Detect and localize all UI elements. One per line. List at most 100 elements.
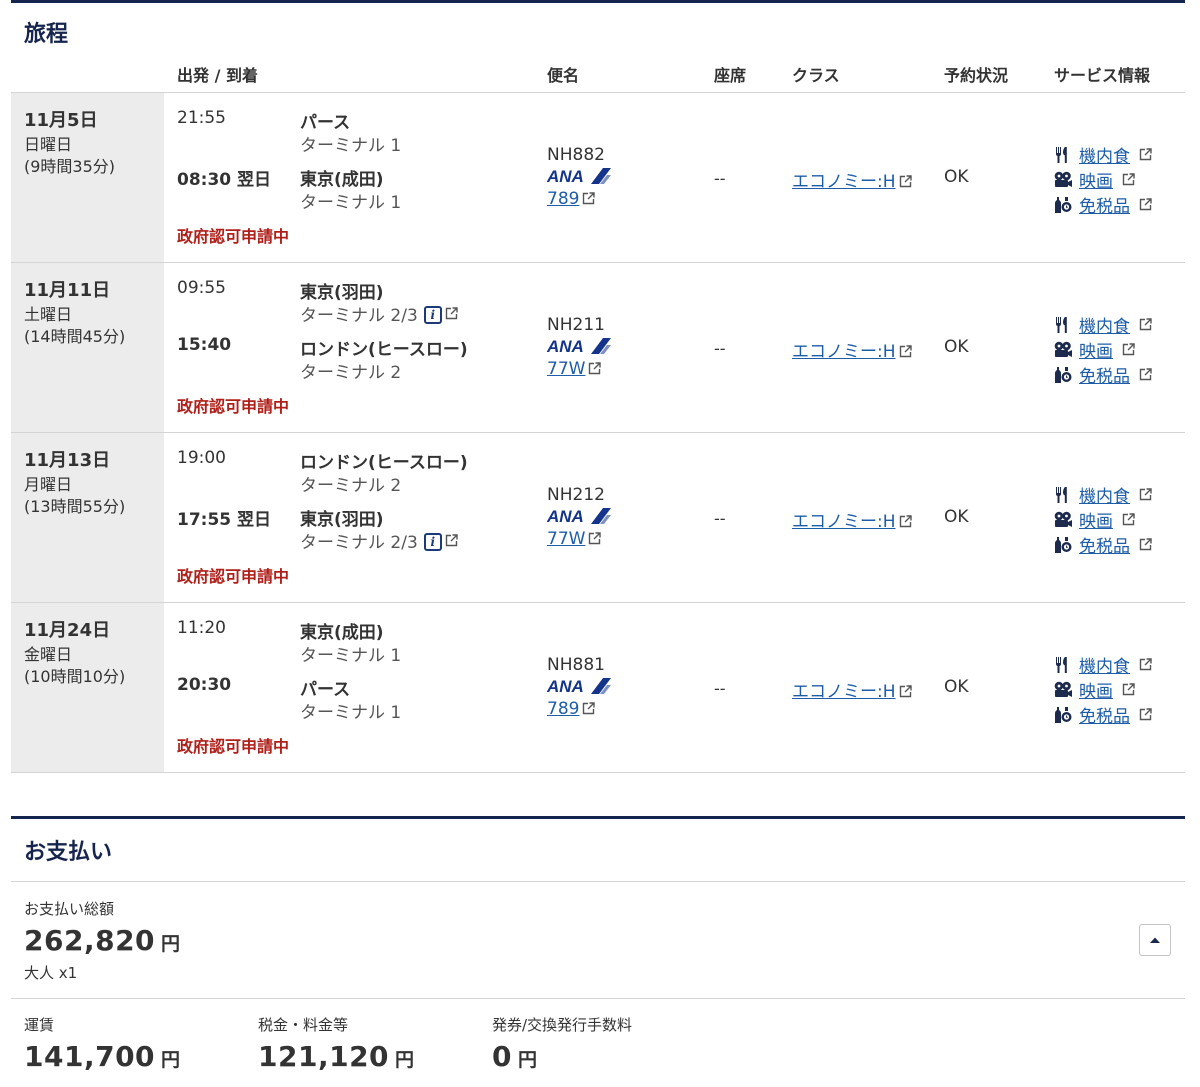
service-movie[interactable]: 映画 bbox=[1053, 507, 1135, 532]
fare-label: 運賃 bbox=[24, 1016, 55, 1034]
fare-class[interactable]: エコノミー:H bbox=[792, 172, 896, 192]
fare-amount-value: 141,700 bbox=[24, 1040, 156, 1073]
terminal-info[interactable]: i bbox=[423, 304, 458, 324]
movie-link[interactable]: 映画 bbox=[1079, 507, 1113, 532]
arrival-terminal-label: ターミナル 2 bbox=[300, 363, 402, 383]
passenger-count: 大人 x1 bbox=[24, 964, 78, 982]
external-link-icon bbox=[1122, 173, 1135, 186]
flight-segment-row: 11月13日 月曜日 (13時間55分) 19:00 ロンドン(ヒースロー) タ… bbox=[11, 433, 1185, 603]
service-duty-free[interactable]: 免税品 bbox=[1053, 192, 1152, 217]
aircraft-type[interactable]: 789 bbox=[547, 189, 579, 209]
arrival-airport: パース bbox=[300, 680, 351, 700]
arrival-time: 08:30 翌日 bbox=[177, 170, 272, 190]
arrival-terminal: ターミナル 2 bbox=[300, 358, 401, 383]
seat-value: -- bbox=[714, 169, 726, 188]
arrival-terminal-label: ターミナル 1 bbox=[300, 703, 402, 723]
aircraft-type[interactable]: 77W bbox=[547, 529, 585, 549]
fare-class[interactable]: エコノミー:H bbox=[792, 682, 896, 702]
external-link-icon bbox=[1139, 658, 1152, 671]
service-movie[interactable]: 映画 bbox=[1053, 677, 1135, 702]
currency-unit: 円 bbox=[161, 933, 181, 955]
aircraft-type-link[interactable]: 77W bbox=[547, 359, 602, 379]
itinerary-title: 旅程 bbox=[24, 22, 69, 47]
external-link-icon bbox=[1139, 148, 1152, 161]
fare-class[interactable]: エコノミー:H bbox=[792, 342, 896, 362]
service-duty-free[interactable]: 免税品 bbox=[1053, 532, 1152, 557]
collapse-button[interactable] bbox=[1139, 924, 1171, 956]
departure-airport: ロンドン(ヒースロー) bbox=[300, 453, 468, 473]
departure-terminal-label: ターミナル 2/3 bbox=[300, 306, 418, 326]
ana-logo: ANA bbox=[547, 677, 611, 695]
ticketing-fee-amount: 0円 bbox=[492, 1040, 538, 1073]
aircraft-type[interactable]: 77W bbox=[547, 359, 585, 379]
arrival-terminal-label: ターミナル 2/3 bbox=[300, 533, 418, 553]
service-meal[interactable]: 機内食 bbox=[1053, 142, 1152, 167]
meal-icon bbox=[1053, 655, 1073, 675]
duty-free-link[interactable]: 免税品 bbox=[1079, 362, 1130, 387]
service-meal[interactable]: 機内食 bbox=[1053, 652, 1152, 677]
arrival-terminal: ターミナル 1 bbox=[300, 188, 401, 213]
movie-link[interactable]: 映画 bbox=[1079, 167, 1113, 192]
meal-icon bbox=[1053, 145, 1073, 165]
service-movie[interactable]: 映画 bbox=[1053, 337, 1135, 362]
arrival-terminal-label: ターミナル 1 bbox=[300, 193, 402, 213]
arrival-terminal: ターミナル 1 bbox=[300, 698, 401, 723]
arrival-airport: 東京(羽田) bbox=[300, 510, 384, 530]
header-seat: 座席 bbox=[714, 66, 747, 85]
fare-amount: 141,700 円 bbox=[24, 1040, 181, 1073]
currency-unit: 円 bbox=[517, 1049, 538, 1071]
info-icon[interactable]: i bbox=[423, 305, 442, 324]
taxes-label: 税金・料金等 bbox=[258, 1016, 349, 1034]
ticketing-fee-amount-value: 0 bbox=[492, 1040, 512, 1073]
service-meal[interactable]: 機内食 bbox=[1053, 312, 1152, 337]
flight-number: NH881 bbox=[547, 655, 605, 675]
departure-terminal-label: ターミナル 2 bbox=[300, 476, 402, 496]
segment-date-column: 11月5日 日曜日 (9時間35分) bbox=[11, 93, 164, 262]
duty-free-link[interactable]: 免税品 bbox=[1079, 532, 1130, 557]
segment-duration: (14時間45分) bbox=[24, 327, 126, 346]
fare-class-link[interactable]: エコノミー:H bbox=[792, 337, 912, 362]
service-movie[interactable]: 映画 bbox=[1053, 167, 1135, 192]
fare-class[interactable]: エコノミー:H bbox=[792, 512, 896, 532]
header-status: 予約状況 bbox=[944, 66, 1009, 85]
external-link-icon bbox=[582, 192, 596, 205]
duty-free-link[interactable]: 免税品 bbox=[1079, 702, 1130, 727]
aircraft-type-link[interactable]: 789 bbox=[547, 699, 596, 719]
total-amount-value: 262,820 bbox=[24, 924, 156, 957]
arrival-time: 17:55 翌日 bbox=[177, 510, 272, 530]
flight-segment-row: 11月5日 日曜日 (9時間35分) 21:55 パース ターミナル 1 08:… bbox=[11, 93, 1185, 263]
movie-link[interactable]: 映画 bbox=[1079, 677, 1113, 702]
external-link-icon bbox=[1139, 708, 1152, 721]
segment-date: 11月5日 bbox=[24, 110, 98, 131]
duty-free-icon bbox=[1053, 705, 1073, 725]
info-icon[interactable]: i bbox=[423, 532, 442, 551]
arrival-airport: ロンドン(ヒースロー) bbox=[300, 340, 468, 360]
flight-number: NH882 bbox=[547, 145, 605, 165]
departure-terminal-label: ターミナル 1 bbox=[300, 136, 402, 156]
terminal-info[interactable]: i bbox=[423, 531, 458, 551]
service-meal[interactable]: 機内食 bbox=[1053, 482, 1152, 507]
aircraft-type-link[interactable]: 77W bbox=[547, 529, 602, 549]
external-link-icon bbox=[1139, 368, 1152, 381]
fare-class-link[interactable]: エコノミー:H bbox=[792, 167, 912, 192]
aircraft-type[interactable]: 789 bbox=[547, 699, 579, 719]
meal-link[interactable]: 機内食 bbox=[1079, 312, 1130, 337]
booking-status: OK bbox=[944, 167, 969, 187]
external-link-icon bbox=[899, 515, 912, 528]
external-link-icon bbox=[899, 685, 912, 698]
fare-class-link[interactable]: エコノミー:H bbox=[792, 507, 912, 532]
svg-text:ANA: ANA bbox=[547, 677, 584, 695]
meal-link[interactable]: 機内食 bbox=[1079, 142, 1130, 167]
flight-number: NH211 bbox=[547, 315, 605, 335]
segment-date: 11月11日 bbox=[24, 280, 111, 301]
meal-link[interactable]: 機内食 bbox=[1079, 482, 1130, 507]
segment-weekday: 日曜日 bbox=[24, 135, 73, 154]
service-duty-free[interactable]: 免税品 bbox=[1053, 362, 1152, 387]
duty-free-icon bbox=[1053, 535, 1073, 555]
service-duty-free[interactable]: 免税品 bbox=[1053, 702, 1152, 727]
movie-link[interactable]: 映画 bbox=[1079, 337, 1113, 362]
duty-free-link[interactable]: 免税品 bbox=[1079, 192, 1130, 217]
fare-class-link[interactable]: エコノミー:H bbox=[792, 677, 912, 702]
aircraft-type-link[interactable]: 789 bbox=[547, 189, 596, 209]
meal-link[interactable]: 機内食 bbox=[1079, 652, 1130, 677]
